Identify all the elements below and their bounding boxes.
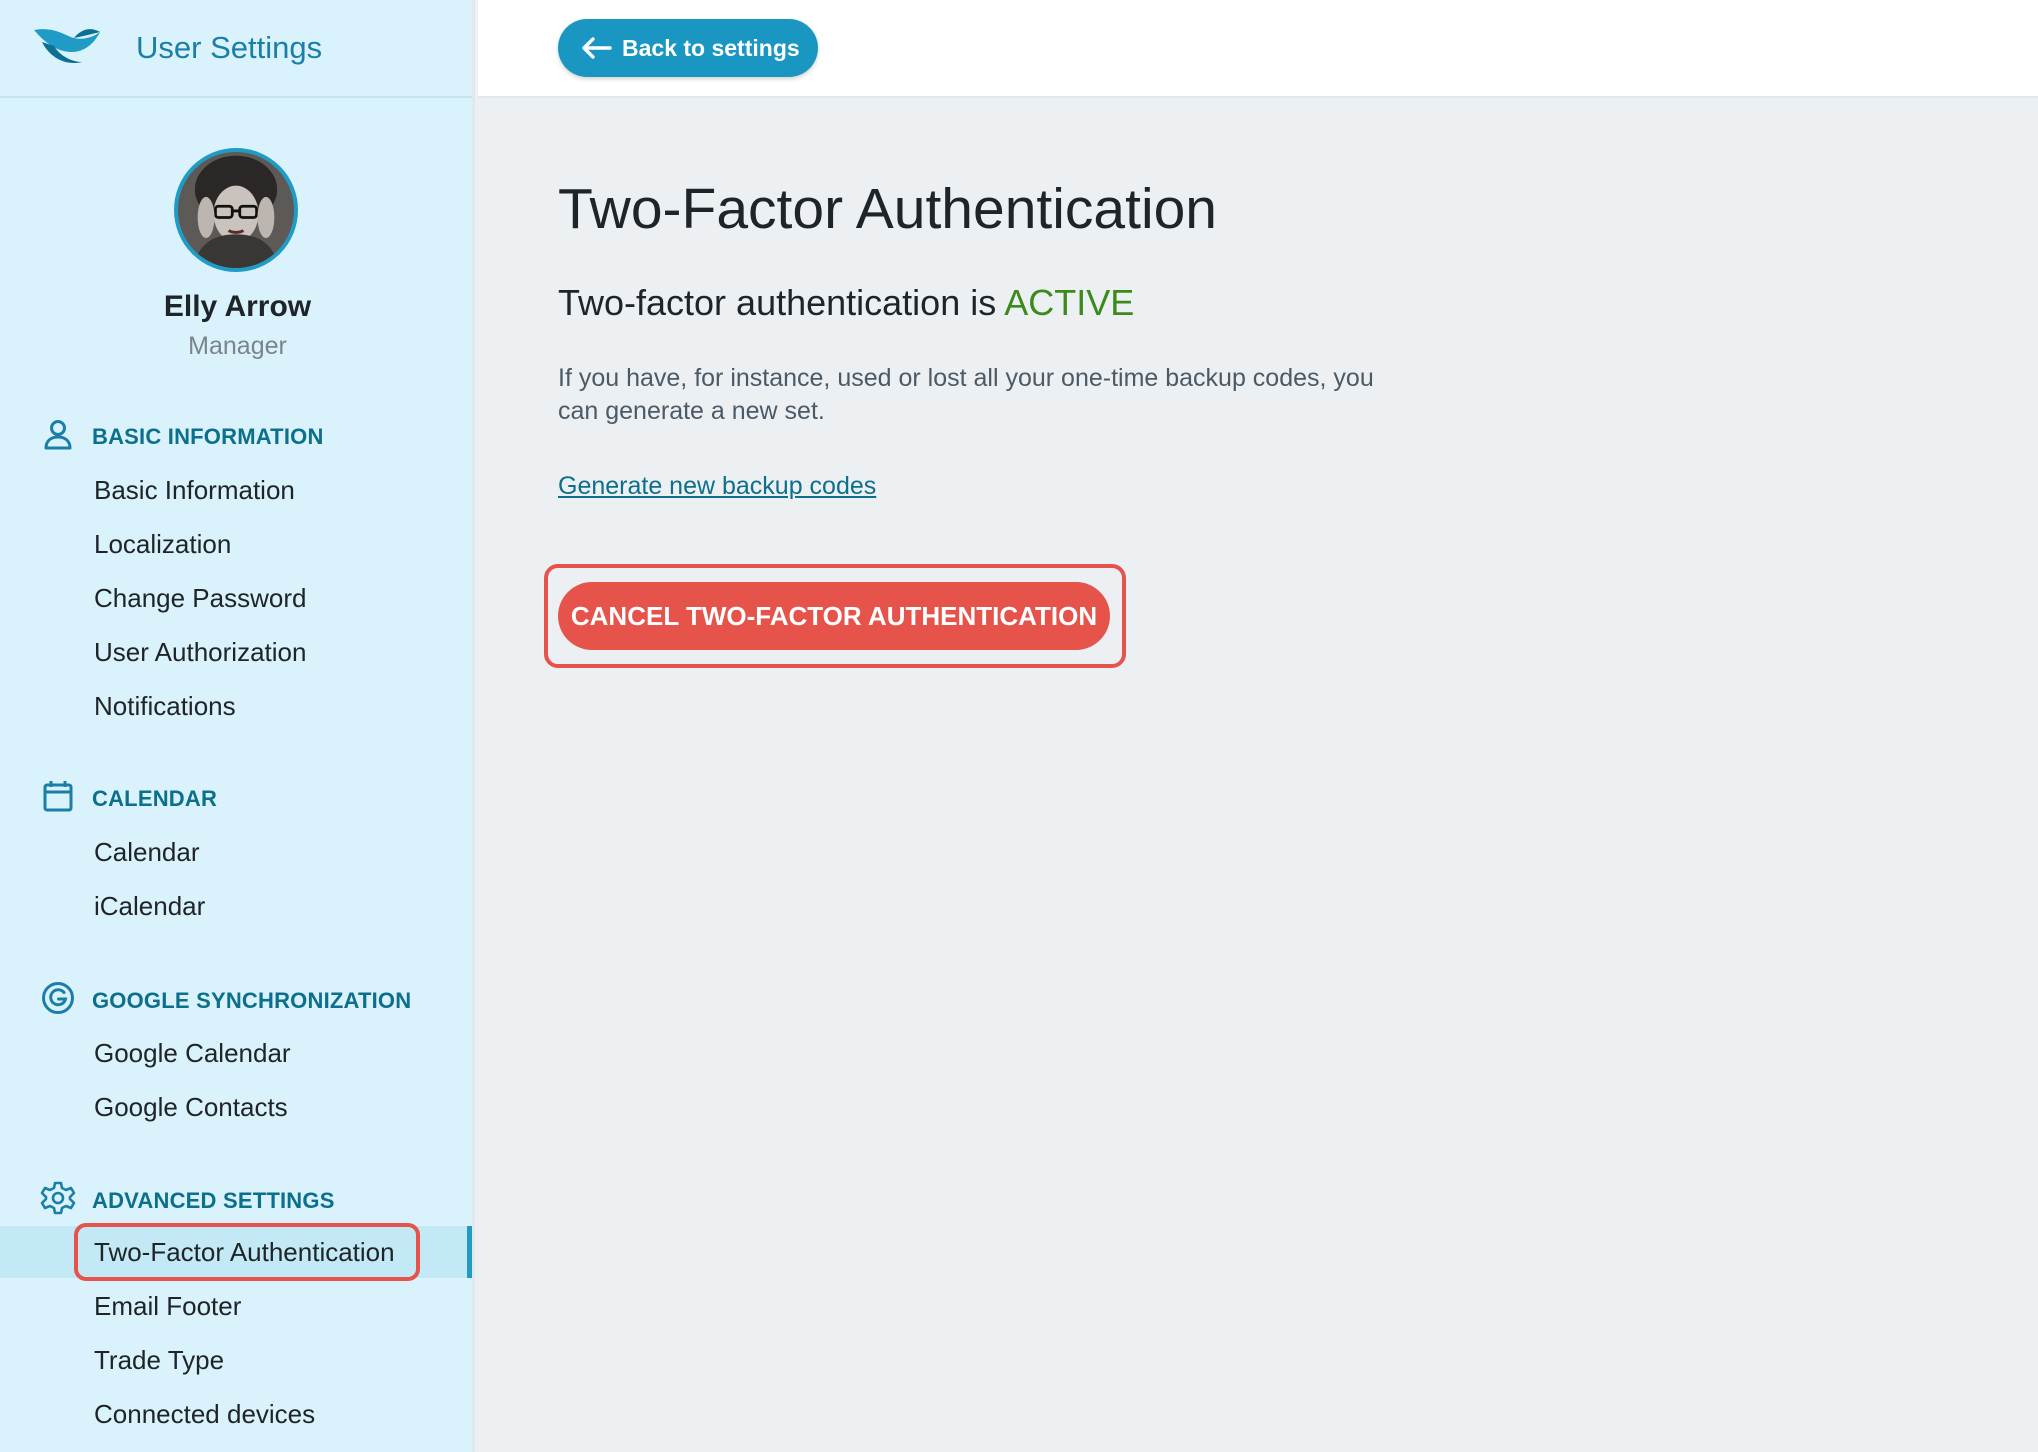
sidebar-item-calendar[interactable]: Calendar <box>0 826 472 878</box>
user-role: Manager <box>188 332 287 360</box>
description-text: If you have, for instance, used or lost … <box>558 364 1374 425</box>
section-heading: CALENDAR <box>92 786 218 811</box>
sidebar-item-icalendar[interactable]: iCalendar <box>0 880 472 932</box>
bird-logo-icon[interactable] <box>32 22 102 68</box>
section-heading: GOOGLE SYNCHRONIZATION <box>92 988 412 1013</box>
sidebar-item-google-calendar[interactable]: Google Calendar <box>0 1027 472 1079</box>
page-title: Two-Factor Authentication <box>558 177 1218 241</box>
sidebar-item-two-factor-authentication[interactable]: Two-Factor Authentication <box>0 1226 472 1278</box>
sidebar-item-basic-information[interactable]: Basic Information <box>0 464 472 516</box>
status-badge: ACTIVE <box>1004 282 1135 323</box>
google-icon <box>42 982 74 1014</box>
sidebar-item-email-footer[interactable]: Email Footer <box>0 1280 472 1332</box>
back-to-settings-button[interactable]: Back to settings <box>558 19 818 77</box>
app-title: User Settings <box>136 30 323 65</box>
status-prefix: Two-factor authentication is <box>558 282 1005 323</box>
sidebar-item-localization[interactable]: Localization <box>0 518 472 570</box>
top-bar: Back to settings <box>478 0 2038 98</box>
sidebar-item-change-password[interactable]: Change Password <box>0 572 472 624</box>
sidebar-item-google-contacts[interactable]: Google Contacts <box>0 1081 472 1133</box>
sidebar-header: User Settings <box>0 0 472 98</box>
sidebar-item-trade-type[interactable]: Trade Type <box>0 1334 472 1386</box>
calendar-icon <box>43 781 73 812</box>
cancel-two-factor-button[interactable]: CANCEL TWO-FACTOR AUTHENTICATION <box>558 582 1110 650</box>
back-button-label: Back to settings <box>622 35 800 61</box>
section-heading: BASIC INFORMATION <box>92 424 324 449</box>
sidebar-item-connected-devices[interactable]: Connected devices <box>0 1388 472 1440</box>
generate-backup-codes-link[interactable]: Generate new backup codes <box>558 472 876 501</box>
sidebar-item-user-authorization[interactable]: User Authorization <box>0 626 472 678</box>
user-name: Elly Arrow <box>163 290 312 323</box>
sidebar: User Settings Elly Arrow Manager BASIC I… <box>0 0 475 1452</box>
person-icon <box>44 420 72 450</box>
section-heading: ADVANCED SETTINGS <box>92 1188 335 1213</box>
arrow-left-icon <box>582 37 612 59</box>
avatar[interactable] <box>174 148 298 272</box>
status-line: Two-factor authentication is ACTIVE <box>558 282 1134 324</box>
gear-icon <box>40 1181 76 1215</box>
sidebar-item-notifications[interactable]: Notifications <box>0 680 472 732</box>
